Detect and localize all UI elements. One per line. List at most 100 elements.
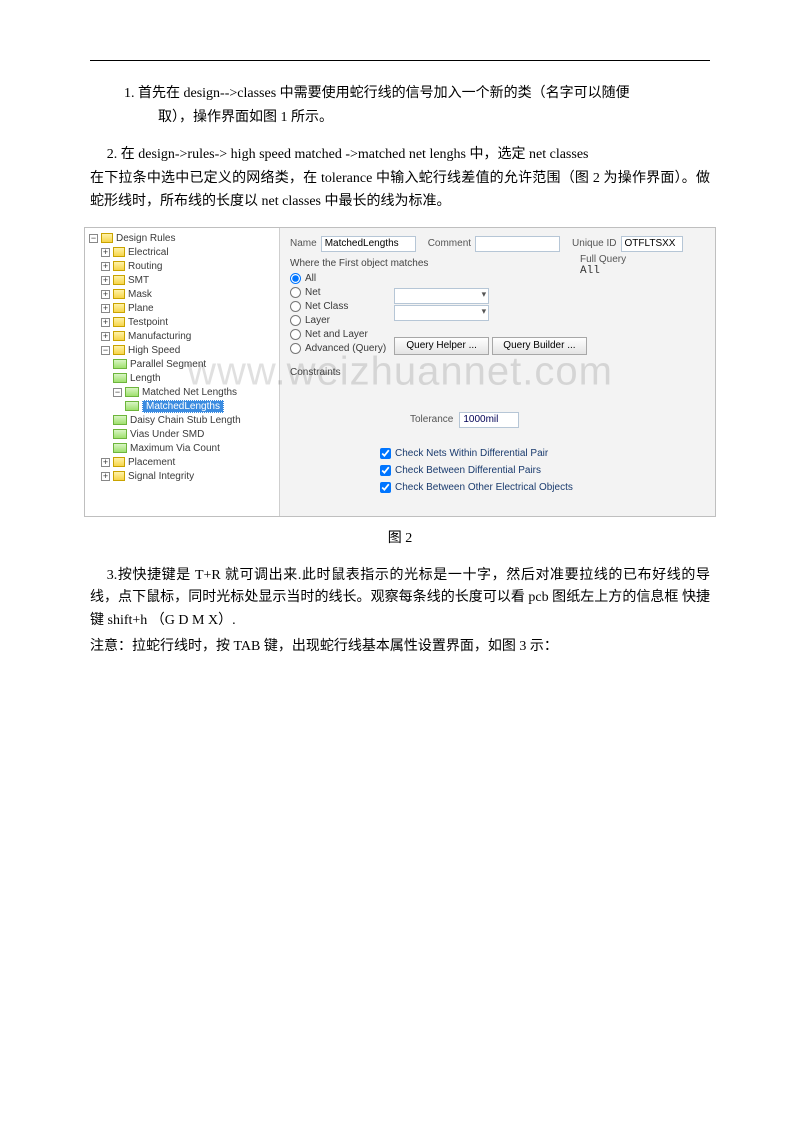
tree-label: Testpoint [128,317,168,328]
tree-smt[interactable]: +SMT [101,274,277,288]
tree-matchedlengths-rule[interactable]: MatchedLengths [125,400,277,414]
rule-icon [113,443,127,453]
design-rules-dialog: www.weizhuannet.com −Design Rules +Elect… [84,227,716,517]
tree-mask[interactable]: + Mask [101,288,277,302]
radio-netlayer-input[interactable] [290,329,301,340]
rule-icon [113,429,127,439]
name-label: Name [290,238,317,249]
tree-plane[interactable]: + Plane [101,302,277,316]
tree-matched[interactable]: − Matched Net Lengths MatchedLengths [113,386,277,414]
folder-icon [113,471,125,481]
tree-label: Matched Net Lengths [142,387,237,398]
tree-label: MatchedLengths [142,400,224,413]
fullquery-label: Full Query [580,254,670,265]
radio-netlayer[interactable]: Net and Layer [290,329,386,340]
rules-tree[interactable]: −Design Rules +Electrical +Routing +SMT … [85,228,280,516]
radio-advanced-input[interactable] [290,343,301,354]
tree-label: Mask [128,289,152,300]
radio-layer[interactable]: Layer [290,315,386,326]
tree-routing[interactable]: + Routing [101,260,277,274]
tree-length[interactable]: Length [113,372,277,386]
fullquery-value: All [580,265,670,277]
tree-label: Signal Integrity [128,471,194,482]
rule-properties-panel: Name Comment Unique ID Where the First o… [280,228,715,516]
net-combo[interactable] [394,288,489,304]
folder-icon [113,331,125,341]
radio-advanced[interactable]: Advanced (Query) [290,343,386,354]
tree-label: Vias Under SMD [130,429,204,440]
paragraph-1-line1: 1. 首先在 design-->classes 中需要使用蛇行线的信号加入一个新… [90,83,710,105]
check-within-pair[interactable]: Check Nets Within Differential Pair [380,448,705,459]
tolerance-label: Tolerance [410,414,453,425]
folder-icon [113,289,125,299]
expand-icon[interactable]: + [101,304,110,313]
check-within-pair-input[interactable] [380,448,391,459]
radio-label: Advanced (Query) [305,343,386,354]
radio-label: Layer [305,315,330,326]
radio-all[interactable]: All [290,273,386,284]
expand-icon[interactable]: + [101,248,110,257]
tree-label: High Speed [128,345,180,356]
tree-label: Length [130,373,161,384]
expand-icon[interactable]: + [101,262,110,271]
folder-icon [113,275,125,285]
uniqueid-input[interactable] [621,236,683,252]
tree-label: Plane [128,303,154,314]
radio-net[interactable]: Net [290,287,386,298]
radio-netclass[interactable]: Net Class [290,301,386,312]
collapse-icon[interactable]: − [89,234,98,243]
check-between-pairs[interactable]: Check Between Differential Pairs [380,465,705,476]
tree-daisy[interactable]: Daisy Chain Stub Length [113,414,277,428]
expand-icon[interactable]: + [101,332,110,341]
radio-net-input[interactable] [290,287,301,298]
paragraph-1-line2: 取），操作界面如图 1 所示。 [90,107,710,129]
tolerance-input[interactable] [459,412,519,428]
folder-icon [113,247,125,257]
uniqueid-label: Unique ID [572,238,616,249]
tree-label: Parallel Segment [130,359,206,370]
collapse-icon[interactable]: − [101,346,110,355]
tree-testpoint[interactable]: + Testpoint [101,316,277,330]
expand-icon[interactable]: + [101,290,110,299]
tree-parallel[interactable]: Parallel Segment [113,358,277,372]
expand-icon[interactable]: + [101,276,110,285]
netclass-combo[interactable] [394,305,489,321]
tree-label: Routing [128,261,162,272]
constraints-title: Constraints [290,367,705,378]
tree-signal[interactable]: + Signal Integrity [101,470,277,484]
expand-icon[interactable]: + [101,458,110,467]
radio-all-input[interactable] [290,273,301,284]
check-between-other[interactable]: Check Between Other Electrical Objects [380,482,705,493]
rule-icon [113,415,127,425]
paragraph-2-rest: 在下拉条中选中已定义的网络类，在 tolerance 中输入蛇行线差值的允许范围… [90,168,710,213]
name-input[interactable] [321,236,416,252]
tree-label: Placement [128,457,175,468]
comment-input[interactable] [475,236,560,252]
query-builder-button[interactable]: Query Builder ... [492,337,587,355]
check-between-other-input[interactable] [380,482,391,493]
tree-root[interactable]: −Design Rules +Electrical +Routing +SMT … [89,232,277,484]
rule-icon [113,373,127,383]
expand-icon[interactable]: + [101,318,110,327]
expand-icon[interactable]: + [101,472,110,481]
query-helper-button[interactable]: Query Helper ... [394,337,489,355]
folder-icon [113,303,125,313]
tree-max-via[interactable]: Maximum Via Count [113,442,277,456]
tree-vias-smd[interactable]: Vias Under SMD [113,428,277,442]
radio-layer-input[interactable] [290,315,301,326]
tree-highspeed[interactable]: − High Speed Parallel Segment Length − Mat… [101,344,277,456]
paragraph-3: 3.按快捷键是 T+R 就可调出来.此时鼠表指示的光标是一十字，然后对准要拉线的… [90,565,710,632]
tree-electrical[interactable]: + Electrical [101,246,277,260]
check-label: Check Between Differential Pairs [395,465,541,476]
folder-icon [113,457,125,467]
check-between-pairs-input[interactable] [380,465,391,476]
tree-label: Daisy Chain Stub Length [130,415,241,426]
collapse-icon[interactable]: − [113,388,122,397]
tree-label: Design Rules [116,233,175,244]
tree-label: Electrical [128,247,169,258]
figure-2-caption: 图 2 [90,527,710,547]
tree-manufacturing[interactable]: +Manufacturing [101,330,277,344]
paragraph-3-note: 注意：拉蛇行线时，按 TAB 键，出现蛇行线基本属性设置界面，如图 3 示： [90,636,710,658]
tree-placement[interactable]: + Placement [101,456,277,470]
radio-netclass-input[interactable] [290,301,301,312]
